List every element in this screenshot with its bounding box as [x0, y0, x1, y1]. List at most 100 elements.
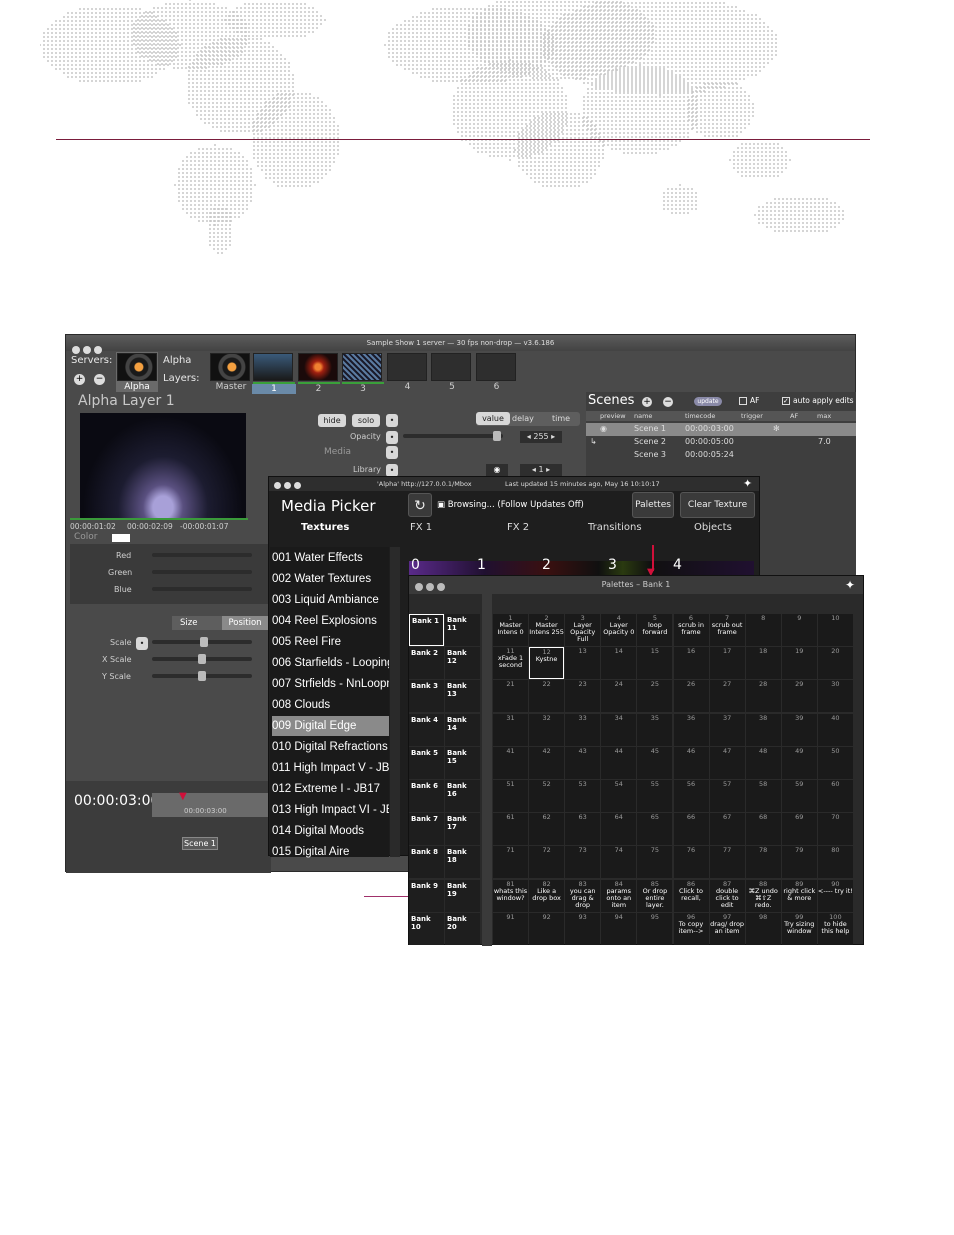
scene-row-2[interactable]: ↳ Scene 2 00:00:05:00 7.0 — [586, 436, 856, 449]
bank-button[interactable]: Bank 18 — [445, 846, 480, 879]
palette-cell[interactable]: 92 — [529, 912, 565, 945]
palette-cell[interactable]: 33 — [565, 713, 601, 746]
palettes-zoom-button[interactable] — [437, 583, 445, 591]
opacity-slider[interactable] — [403, 434, 503, 438]
texture-item[interactable]: 004 Reel Explosions — [272, 611, 389, 631]
palette-cell[interactable]: 21 — [493, 680, 528, 713]
x-scale-slider-knob[interactable] — [198, 654, 206, 664]
palette-cell[interactable]: 16 — [673, 647, 709, 680]
palette-cell[interactable]: 47 — [709, 746, 745, 779]
scene-marker[interactable]: Scene 1 — [182, 837, 218, 850]
palette-cell[interactable]: 57 — [709, 780, 745, 812]
gear-icon[interactable]: ✻ — [773, 424, 780, 433]
palette-cell[interactable]: 12 Kystne — [529, 647, 565, 680]
picker-titlebar[interactable]: 'Alpha' http://127.0.0.1/Mbox Last updat… — [269, 477, 759, 491]
bank-button[interactable]: Bank 6 — [409, 780, 444, 812]
palette-cell[interactable]: 4 Layer Opacity 0 — [601, 614, 637, 646]
palette-cell[interactable]: 66 — [673, 813, 709, 846]
y-scale-slider-knob[interactable] — [198, 671, 206, 681]
palette-cell[interactable]: 86 Click to recall, — [673, 879, 709, 912]
palette-cell[interactable]: 97 drag/ drop an item — [709, 912, 745, 945]
layer-tile-1[interactable]: 1 — [252, 352, 296, 394]
tab-fx2[interactable]: FX 2 — [507, 522, 529, 533]
bank-button[interactable]: Bank 9 — [409, 879, 444, 912]
texture-item[interactable]: 010 Digital Refractions — [272, 737, 389, 757]
palette-cell[interactable]: 29 — [781, 680, 817, 713]
library-stepper[interactable]: ◂ 1 ▸ — [520, 464, 562, 476]
palette-cell[interactable]: 65 — [637, 813, 673, 846]
refresh-icon[interactable]: ↻ — [408, 493, 432, 517]
layer-tile-4[interactable]: 4 — [386, 352, 430, 392]
palette-cell[interactable]: 30 — [817, 680, 853, 713]
picker-minimize-button[interactable] — [284, 482, 291, 489]
palette-cell[interactable]: 85 Or drop entire layer. — [637, 879, 673, 912]
scene-row-1[interactable]: ◉ Scene 1 00:00:03:00 ✻ — [586, 423, 856, 436]
palette-cell[interactable]: 41 — [493, 746, 528, 779]
palette-cell[interactable]: 34 — [601, 713, 637, 746]
palette-cell[interactable]: 32 — [529, 713, 565, 746]
bank-button[interactable]: Bank 2 — [409, 647, 444, 680]
server-alpha-tile[interactable]: Alpha — [116, 352, 158, 392]
palette-cell[interactable]: 54 — [601, 780, 637, 812]
palette-cell[interactable]: 80 — [817, 846, 853, 879]
palette-cell[interactable]: 50 — [817, 746, 853, 779]
palette-cell[interactable]: 22 — [529, 680, 565, 713]
list-scrollbar[interactable] — [390, 547, 400, 857]
palette-cell[interactable]: 72 — [529, 846, 565, 879]
opacity-options-button[interactable]: • — [386, 431, 398, 444]
red-slider[interactable] — [152, 553, 252, 557]
opacity-stepper[interactable]: ◂ 255 ▸ — [520, 431, 562, 443]
solo-button[interactable]: solo — [352, 414, 380, 427]
texture-item[interactable]: 013 High Impact VI - JB8 — [272, 800, 389, 820]
minimize-window-button[interactable] — [83, 346, 91, 354]
palette-cell[interactable]: 39 — [781, 713, 817, 746]
palette-cell[interactable]: 43 — [565, 746, 601, 779]
palette-cell[interactable]: 73 — [565, 846, 601, 879]
af-checkbox[interactable] — [739, 397, 747, 405]
palette-cell[interactable]: 64 — [601, 813, 637, 846]
palette-cell[interactable]: 87 double click to edit — [709, 879, 745, 912]
palette-cell[interactable]: 95 — [637, 912, 673, 945]
palette-cell[interactable]: 71 — [493, 846, 528, 879]
palette-cell[interactable]: 78 — [745, 846, 781, 879]
palette-cell[interactable]: 94 — [601, 912, 637, 945]
palette-cell[interactable]: 81 whats this window? — [493, 879, 528, 912]
palette-cell[interactable]: 17 — [709, 647, 745, 680]
scene-row-3[interactable]: Scene 3 00:00:05:24 — [586, 449, 856, 462]
remove-scene-button[interactable]: − — [663, 397, 673, 407]
palette-cell[interactable]: 89 right click & more — [781, 879, 817, 912]
layer-master-tile[interactable]: Master — [209, 352, 253, 392]
palette-cell[interactable]: 45 — [637, 746, 673, 779]
bank-button[interactable]: Bank 8 — [409, 846, 444, 879]
texture-item[interactable]: 014 Digital Moods — [272, 821, 389, 841]
palette-cell[interactable]: 44 — [601, 746, 637, 779]
remove-server-button[interactable]: − — [94, 374, 105, 385]
palettes-button[interactable]: Palettes — [632, 492, 674, 518]
auto-apply-checkbox[interactable]: ✓ — [782, 397, 790, 405]
palette-cell[interactable]: 8 — [745, 614, 781, 646]
window-titlebar[interactable]: Sample Show 1 server — 30 fps non-drop —… — [66, 335, 855, 351]
palette-cell[interactable]: 75 — [637, 846, 673, 879]
palette-cell[interactable]: 53 — [565, 780, 601, 812]
palette-cell[interactable]: 56 — [673, 780, 709, 812]
palette-cell[interactable]: 6 scrub in frame — [673, 614, 709, 646]
palette-cell[interactable]: 42 — [529, 746, 565, 779]
zoom-window-button[interactable] — [94, 346, 102, 354]
palette-cell[interactable]: 24 — [601, 680, 637, 713]
layer-tile-5[interactable]: 5 — [430, 352, 474, 392]
palette-cell[interactable]: 67 — [709, 813, 745, 846]
green-slider[interactable] — [152, 570, 252, 574]
palette-cell[interactable]: 84 params onto an item — [601, 879, 637, 912]
palette-cell[interactable]: 79 — [781, 846, 817, 879]
value-tab[interactable]: value — [476, 412, 510, 425]
layer-tile-3[interactable]: 3 — [341, 352, 385, 394]
bank-button[interactable]: Bank 20 — [445, 912, 480, 945]
bank-button[interactable]: Bank 19 — [445, 879, 480, 912]
palette-cell[interactable]: 7 scrub out frame — [709, 614, 745, 646]
palette-cell[interactable]: 58 — [745, 780, 781, 812]
position-tab[interactable]: Position — [222, 616, 268, 630]
palette-cell[interactable]: 26 — [673, 680, 709, 713]
palettes-close-button[interactable] — [415, 583, 423, 591]
palette-cell[interactable]: 51 — [493, 780, 528, 812]
palette-cell[interactable]: 59 — [781, 780, 817, 812]
